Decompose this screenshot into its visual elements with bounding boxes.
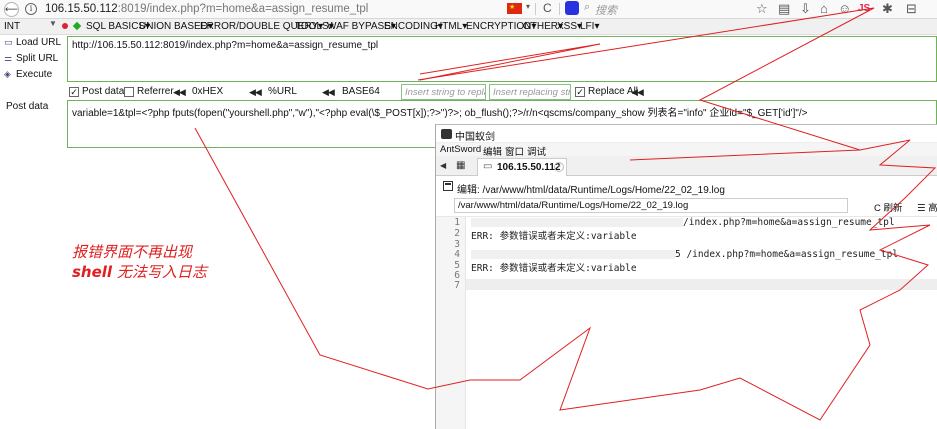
active-line xyxy=(466,279,937,290)
split-url-icon: ⚌ xyxy=(4,53,13,63)
home-icon[interactable]: ⌂ xyxy=(820,1,828,16)
search-icon: ⌕ xyxy=(584,1,591,13)
hackbar-options-row: ✓ Post data Referrer ◀◀ 0xHEX ◀◀ %URL ◀◀… xyxy=(67,83,937,101)
shield-icon[interactable]: ✱ xyxy=(882,1,893,17)
post-data-label: Post data xyxy=(82,86,125,97)
replace-arrows-icon[interactable]: ◀◀ xyxy=(631,87,644,98)
reload-icon[interactable]: C xyxy=(543,1,552,15)
code-line: ERR: 参数错误或者未定义:variable xyxy=(471,231,637,242)
antsword-logo-icon xyxy=(441,129,452,139)
exit-icon[interactable]: ⊟ xyxy=(906,1,917,17)
line-gutter: 1 2 3 4 5 6 7 xyxy=(436,217,466,429)
menu-html[interactable]: HTML▾ xyxy=(435,21,467,32)
urlenc-label: %URL xyxy=(268,86,297,97)
window-title: 中国蚁剑 xyxy=(455,132,495,143)
menu-xss[interactable]: XSS▾ xyxy=(557,21,582,32)
green-diamond-icon[interactable] xyxy=(72,21,82,31)
replace-all-checkbox[interactable]: ✓ xyxy=(575,87,585,97)
redacted-region xyxy=(471,250,675,259)
hackbar-menu-bar: INT ▼ SQL BASICS▾ UNION BASED▾ ERROR/DOU… xyxy=(0,19,937,35)
annotation-text: 报错界面不再出现 shell 无法写入日志 xyxy=(72,242,207,282)
annotation-line-1: 报错界面不再出现 xyxy=(72,243,193,261)
code-line: /index.php?m=home&a=assign_resume_tpl xyxy=(683,217,895,228)
info-icon[interactable]: i xyxy=(25,3,37,15)
execute-icon: ◈ xyxy=(4,69,11,79)
annotation-rest: 无法写入日志 xyxy=(112,263,207,281)
line-number: 4 xyxy=(454,249,460,260)
split-url-label: Split URL xyxy=(16,53,59,64)
redacted-region xyxy=(471,218,683,227)
browser-toolbar: ⟵ i 106.15.50.112:8019/index.php?m=home&… xyxy=(0,0,937,19)
execute-label: Execute xyxy=(16,69,53,80)
url-textarea[interactable]: http://106.15.50.112:8019/index.php?m=ho… xyxy=(67,36,937,82)
separator xyxy=(535,3,536,15)
code-line: 5 /index.php?m=home&a=assign_resume_tpl xyxy=(675,249,899,260)
chevron-down-icon[interactable]: ▾ xyxy=(526,2,530,11)
url-arrows-icon[interactable]: ◀◀ xyxy=(249,87,262,98)
line-number: 2 xyxy=(454,228,460,239)
replace-string-input[interactable]: Insert string to replace xyxy=(401,84,486,100)
line-number: 7 xyxy=(454,280,460,291)
split-url-button[interactable]: ⚌ Split URL xyxy=(4,53,58,64)
tab-scroll-left-icon[interactable]: ◀ xyxy=(440,161,446,170)
code-line: ERR: 参数错误或者未定义:variable xyxy=(471,263,637,274)
grid-icon[interactable]: ▦ xyxy=(456,160,465,171)
referrer-label: Referrer xyxy=(137,86,174,97)
url-host: 106.15.50.112 xyxy=(45,3,118,15)
url-path: :8019/index.php?m=home&a=assign_resume_t… xyxy=(117,3,369,15)
chevron-down-icon[interactable]: ▼ xyxy=(49,19,57,28)
editor-header: 编辑: /var/www/html/data/Runtime/Logs/Home… xyxy=(436,179,937,196)
close-icon[interactable]: × xyxy=(554,162,564,172)
edit-icon xyxy=(443,181,453,191)
tab-host-label: 106.15.50.112 xyxy=(497,162,561,173)
js-badge[interactable]: JS xyxy=(858,3,870,14)
hex-label: 0xHEX xyxy=(192,86,224,97)
download-icon[interactable]: ⇩ xyxy=(800,1,811,17)
search-placeholder: 搜索 xyxy=(595,5,617,17)
execute-button[interactable]: ◈ Execute xyxy=(4,69,52,80)
post-data-heading: Post data xyxy=(6,101,49,112)
hex-arrows-icon[interactable]: ◀◀ xyxy=(173,87,186,98)
reader-icon[interactable]: ▤ xyxy=(778,1,790,17)
referrer-checkbox[interactable] xyxy=(124,87,134,97)
post-data-checkbox[interactable]: ✓ xyxy=(69,87,79,97)
tab-host[interactable]: ▭ 106.15.50.112 × xyxy=(477,158,567,176)
emoji-icon[interactable]: ☺ xyxy=(838,1,851,16)
annotation-line-2: shell 无法写入日志 xyxy=(72,262,207,282)
editor-title: 编辑: /var/www/html/data/Runtime/Logs/Home… xyxy=(457,185,725,196)
refresh-button[interactable]: C 刷新 xyxy=(874,200,903,214)
address-bar[interactable]: 106.15.50.112:8019/index.php?m=home&a=as… xyxy=(45,3,368,15)
china-flag-icon[interactable]: ★ xyxy=(507,3,522,14)
code-editor[interactable]: 1 2 3 4 5 6 7 /index.php?m=home&a=assign… xyxy=(436,216,937,429)
load-url-button[interactable]: ▭ Load URL xyxy=(4,37,61,48)
base64-arrows-icon[interactable]: ◀◀ xyxy=(322,87,335,98)
highlight-button[interactable]: ☰ 高亮 xyxy=(917,200,937,214)
red-dot-icon[interactable] xyxy=(62,23,68,29)
antsword-menubar: AntSword 编辑 窗口 调试 xyxy=(436,143,937,158)
folder-icon: ▭ xyxy=(483,161,493,172)
annotation-bold: shell xyxy=(72,263,113,281)
menu-lfi[interactable]: LFI▾ xyxy=(580,21,599,32)
base64-label: BASE64 xyxy=(342,86,380,97)
separator xyxy=(559,3,560,15)
antsword-titlebar: 中国蚁剑 xyxy=(436,125,937,143)
bookmark-star-icon[interactable]: ☆ xyxy=(756,1,768,17)
antsword-window: 中国蚁剑 AntSword 编辑 窗口 调试 ◀ ▦ ▭ 106.15.50.1… xyxy=(435,124,937,429)
antsword-tabbar: ◀ ▦ ▭ 106.15.50.112 × xyxy=(436,156,937,176)
menu-antsword[interactable]: AntSword xyxy=(440,144,481,155)
line-number: 1 xyxy=(454,217,460,228)
baidu-icon xyxy=(565,1,579,15)
load-url-label: Load URL xyxy=(16,37,62,48)
file-path-input[interactable]: /var/www/html/data/Runtime/Logs/Home/22_… xyxy=(454,198,848,213)
replacing-string-input[interactable]: Insert replacing string xyxy=(489,84,571,100)
load-url-icon: ▭ xyxy=(4,37,13,47)
search-box[interactable]: ⌕ 搜索 xyxy=(565,1,747,17)
back-button[interactable]: ⟵ xyxy=(4,2,19,17)
